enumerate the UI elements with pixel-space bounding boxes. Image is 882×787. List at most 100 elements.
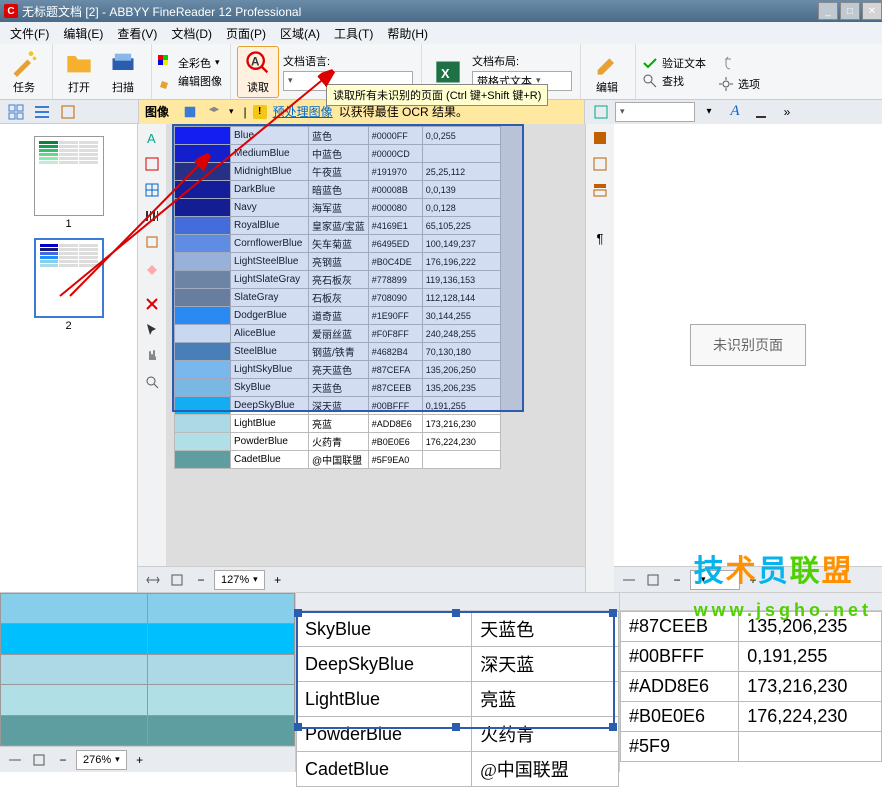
font-select[interactable] (615, 102, 695, 122)
app-logo-icon: C (4, 4, 18, 18)
zoom-out-button[interactable]: − (190, 570, 212, 590)
pencil-icon (158, 73, 174, 89)
text-side-tools: ¶ (586, 124, 614, 592)
edit-image-button[interactable]: 编辑图像 (158, 73, 222, 89)
open-button[interactable]: 打开 (59, 47, 99, 97)
fit-page-button[interactable] (166, 570, 188, 590)
layers-icon[interactable] (205, 102, 223, 122)
delete-tool[interactable] (140, 292, 164, 316)
table-area-tool[interactable] (140, 178, 164, 202)
detail-zoom-out-button[interactable]: − (52, 750, 74, 770)
fit-width-button[interactable] (142, 570, 164, 590)
svg-text:A: A (147, 131, 156, 146)
style-more-button[interactable]: » (775, 102, 799, 122)
menu-bar: 文件(F) 编辑(E) 查看(V) 文档(D) 页面(P) 区域(A) 工具(T… (0, 22, 882, 44)
image-pane-label: 图像 (145, 103, 169, 120)
style-a-button[interactable]: A (723, 102, 747, 122)
image-canvas[interactable]: Blue蓝色#0000FF0,0,255MediumBlue中蓝色#0000CD… (166, 124, 585, 566)
layout-icon[interactable] (588, 178, 612, 202)
excel-icon: X (434, 58, 462, 86)
edit-button[interactable]: 编辑 (587, 47, 627, 97)
text-content: 未识别页面 (614, 124, 882, 566)
detail-hex-table: #87CEEB135,206,235#00BFFF0,191,255#ADD8E… (620, 611, 882, 762)
zoom-in-button[interactable]: + (267, 570, 289, 590)
svg-text:X: X (441, 65, 450, 80)
svg-text:A: A (251, 55, 260, 68)
detail-fit-button[interactable] (4, 750, 26, 770)
detail-name-table: SkyBlue天蓝色DeepSkyBlue深天蓝LightBlue亮蓝Powde… (296, 611, 619, 787)
view-list-button[interactable] (30, 102, 54, 122)
folder-open-icon (65, 49, 93, 77)
page-thumb-1[interactable]: 1 (34, 136, 104, 230)
excel-button[interactable]: X (428, 56, 468, 88)
scanner-icon (109, 49, 137, 77)
text-panel: ¶ 未识别页面 − + (586, 124, 882, 592)
magnifier-a-icon: A (244, 49, 272, 77)
minimize-button[interactable]: _ (818, 2, 838, 20)
read-tooltip: 读取所有未识别的页面 (Ctrl 键+Shift 键+R) (326, 84, 548, 106)
text-fit-width-button[interactable] (618, 570, 640, 590)
hand-tool[interactable] (140, 344, 164, 368)
detail-mid: SkyBlue天蓝色DeepSkyBlue深天蓝LightBlue亮蓝Powde… (296, 593, 620, 772)
menu-view[interactable]: 查看(V) (111, 23, 163, 44)
page-thumb-2[interactable]: 2 (34, 238, 104, 332)
read-button[interactable]: A 读取 (237, 46, 279, 98)
detail-zoom-select[interactable]: 276% (76, 750, 127, 770)
watermark: 技术员联盟 www.jsgho.net (694, 546, 872, 624)
maximize-button[interactable]: □ (840, 2, 860, 20)
menu-tools[interactable]: 工具(T) (328, 23, 379, 44)
scan-button[interactable]: 扫描 (103, 47, 143, 97)
check-icon (642, 55, 658, 71)
eraser-tool[interactable] (140, 256, 164, 280)
menu-document[interactable]: 文档(D) (165, 23, 218, 44)
pages-panel: 1 2 (0, 124, 138, 592)
doc-layout-label: 文档布局: (472, 53, 519, 69)
chevron-down-icon[interactable]: ▾ (229, 106, 234, 117)
view-thumbs-button[interactable] (4, 102, 28, 122)
view-detail-button[interactable] (56, 102, 80, 122)
menu-edit[interactable]: 编辑(E) (57, 23, 109, 44)
text-tools: ▾ A » (584, 100, 882, 124)
style-underline-button[interactable] (749, 102, 773, 122)
barcode-tool[interactable] (140, 204, 164, 228)
options-button[interactable]: 选项 (718, 76, 760, 92)
search-icon (642, 73, 658, 89)
select-tool[interactable] (140, 318, 164, 342)
close-button[interactable]: ✕ (862, 2, 882, 20)
image-zoom-bar: − 127% + (138, 566, 585, 592)
recognition-tool[interactable] (140, 230, 164, 254)
zoom-tool[interactable] (140, 370, 164, 394)
picture-area-tool[interactable] (140, 152, 164, 176)
picture-icon[interactable] (588, 126, 612, 150)
save-icon[interactable] (181, 102, 199, 122)
image-tools: A (138, 124, 166, 566)
window-title: 无标题文档 [2] - ABBYY FineReader 12 Professi… (22, 3, 816, 20)
verify-text-button[interactable]: 验证文本 (642, 55, 706, 71)
text-zoom-out-button[interactable]: − (666, 570, 688, 590)
detail-zoom-in-button[interactable]: + (129, 750, 151, 770)
detail-zoom-bar: − 276% + (0, 746, 295, 772)
preprocess-link[interactable]: 预处理图像 (273, 103, 333, 120)
doc-lang-label: 文档语言: (283, 53, 330, 69)
menu-file[interactable]: 文件(F) (4, 23, 55, 44)
show-chars-icon[interactable]: ¶ (588, 226, 612, 250)
image-panel: A Blue蓝色#0000FF0,0,255MediumBlue中蓝色#0000… (138, 124, 586, 592)
text-icon[interactable] (588, 152, 612, 176)
color-mode-row[interactable]: 全彩色▾ (158, 55, 222, 71)
task-button[interactable]: 任务 (4, 47, 44, 97)
undo-button[interactable] (718, 52, 740, 74)
menu-area[interactable]: 区域(A) (274, 23, 326, 44)
text-area-icon[interactable] (589, 102, 613, 122)
palette-icon (158, 55, 174, 71)
text-area-tool[interactable]: A (140, 126, 164, 150)
font-size-select[interactable]: ▾ (697, 102, 721, 122)
wand-icon (10, 49, 38, 77)
zoom-select[interactable]: 127% (214, 570, 265, 590)
find-button[interactable]: 查找 (642, 73, 706, 89)
detail-fit2-button[interactable] (28, 750, 50, 770)
detail-swatch-grid (0, 593, 295, 746)
menu-help[interactable]: 帮助(H) (381, 23, 434, 44)
text-fit-page-button[interactable] (642, 570, 664, 590)
edit-icon (593, 49, 621, 77)
menu-page[interactable]: 页面(P) (220, 23, 272, 44)
